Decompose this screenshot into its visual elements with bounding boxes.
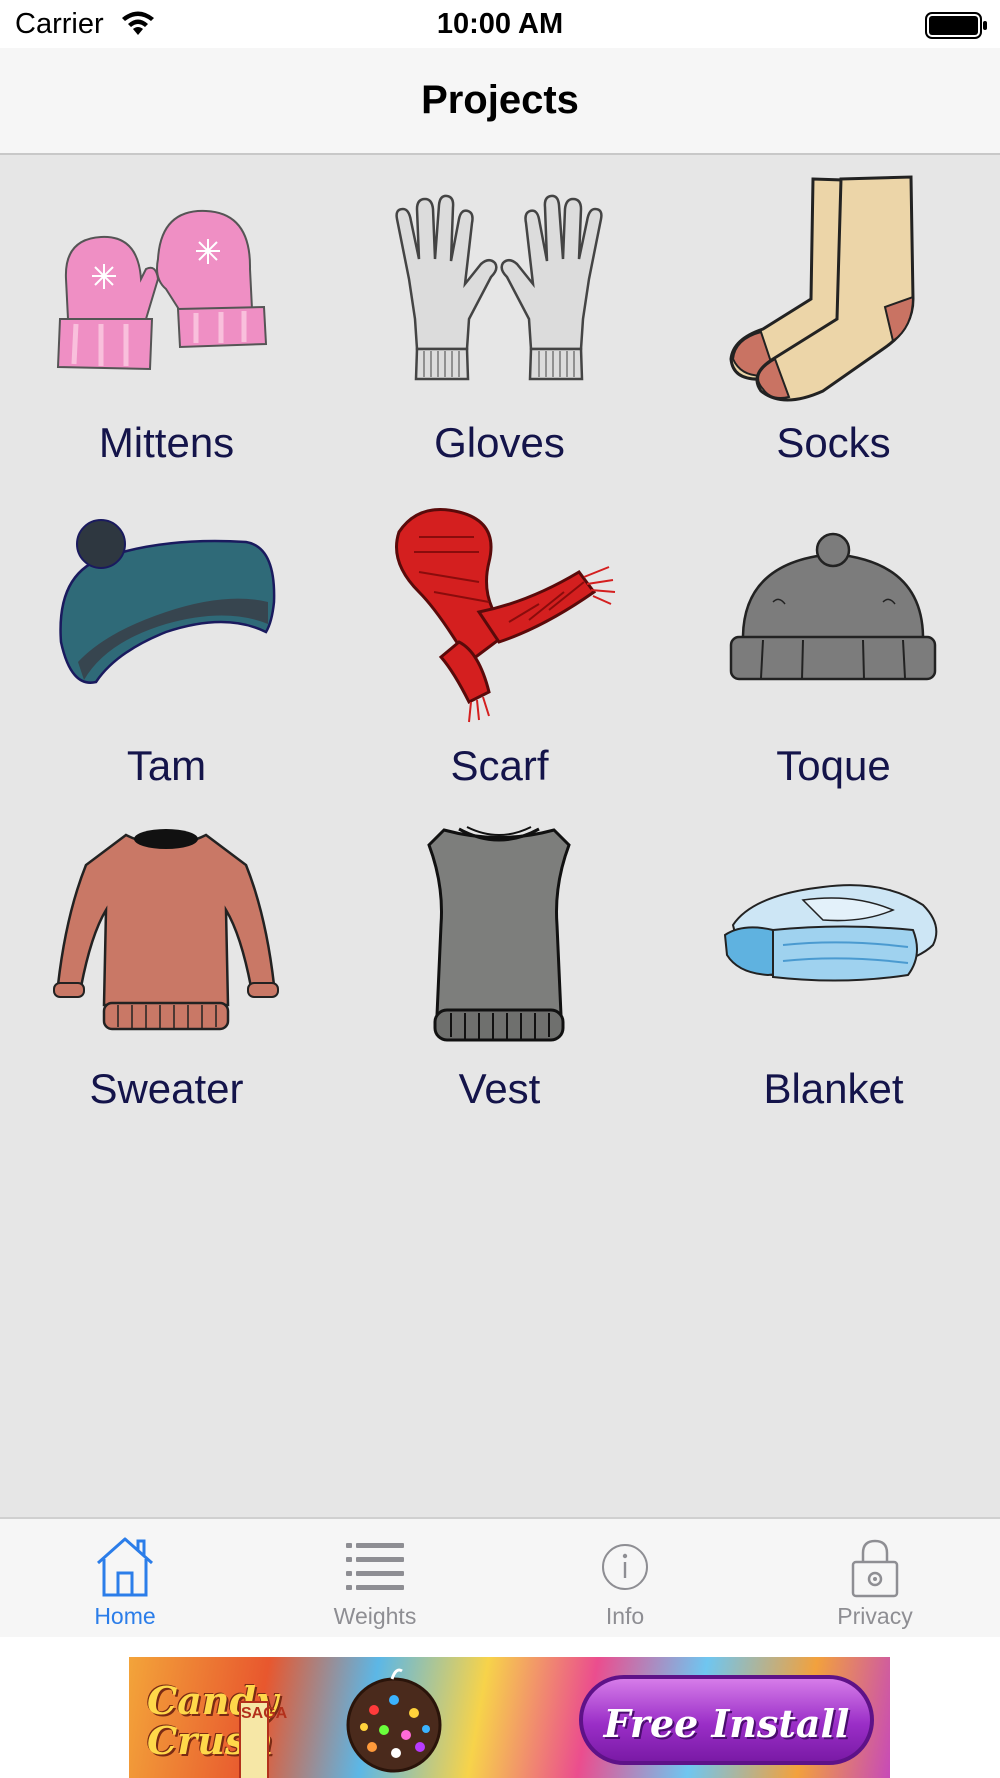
gloves-icon	[395, 194, 603, 381]
list-icon	[346, 1543, 404, 1590]
project-tile-vest[interactable]: Vest	[333, 803, 666, 1123]
project-label: Vest	[458, 1065, 541, 1112]
home-icon	[97, 1537, 153, 1597]
project-label: Socks	[776, 419, 891, 466]
tab-info[interactable]: Info	[500, 1519, 750, 1637]
navigation-bar: Projects	[0, 48, 1000, 155]
sweater-icon	[53, 829, 279, 1031]
status-time: 10:00 AM	[436, 8, 564, 40]
tab-label: Home	[94, 1603, 156, 1629]
tab-privacy[interactable]: Privacy	[750, 1519, 1000, 1637]
project-tile-socks[interactable]: Socks	[667, 157, 1000, 477]
status-bar: Carrier 10:00 AM	[0, 0, 1000, 48]
ad-banner[interactable]: Candy Crush SAGA Free Install	[129, 1657, 890, 1778]
candy-ball-icon	[346, 1668, 442, 1773]
project-tile-toque[interactable]: Toque	[667, 480, 1000, 800]
tab-label: Info	[605, 1603, 645, 1629]
project-label: Scarf	[450, 742, 549, 789]
project-label: Gloves	[434, 419, 565, 466]
project-tile-blanket[interactable]: Blanket	[667, 803, 1000, 1123]
lock-icon	[851, 1539, 899, 1598]
socks-icon	[729, 175, 915, 402]
vest-icon	[427, 826, 571, 1042]
info-icon	[602, 1544, 648, 1590]
project-tile-scarf[interactable]: Scarf	[333, 480, 666, 800]
project-tile-gloves[interactable]: Gloves	[333, 157, 666, 477]
project-tile-tam[interactable]: Tam	[0, 480, 333, 800]
free-install-button[interactable]: Free Install	[579, 1675, 874, 1765]
tam-icon	[59, 519, 276, 684]
mittens-icon	[56, 209, 268, 371]
candy-crush-logo: Candy Crush SAGA	[135, 1663, 287, 1778]
tab-home[interactable]: Home	[0, 1519, 250, 1637]
projects-grid: Mittens Gloves Socks Tam Scarf Toque Swe…	[0, 157, 1000, 1517]
battery-icon	[925, 12, 987, 39]
free-install-label: Free Install	[603, 1701, 850, 1746]
tab-label: Weights	[333, 1603, 417, 1629]
tab-weights[interactable]: Weights	[250, 1519, 500, 1637]
toque-icon	[729, 532, 937, 681]
ad-saga-badge: SAGA	[239, 1701, 287, 1778]
ad-container: Candy Crush SAGA Free Install	[0, 1637, 1000, 1778]
project-tile-mittens[interactable]: Mittens	[0, 157, 333, 477]
project-label: Sweater	[89, 1065, 244, 1112]
project-label: Toque	[776, 742, 891, 789]
scarf-icon	[395, 508, 616, 723]
tab-bar: Home Weights Info Privacy	[0, 1517, 1000, 1637]
page-title: Projects	[421, 78, 579, 122]
blanket-icon	[723, 884, 938, 982]
tab-label: Privacy	[837, 1603, 913, 1629]
project-label: Mittens	[98, 419, 235, 466]
project-label: Tam	[126, 742, 207, 789]
project-tile-sweater[interactable]: Sweater	[0, 803, 333, 1123]
project-label: Blanket	[763, 1065, 904, 1112]
